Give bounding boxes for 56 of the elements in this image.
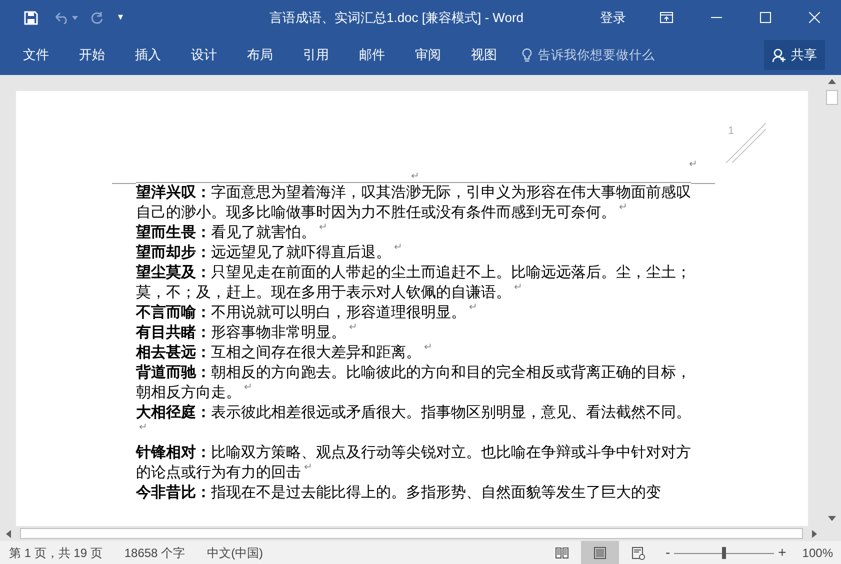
definition-paragraph: 针锋相对：比喻双方策略、观点及行动等尖锐对立。也比喻在争辩或斗争中针对对方的论点或行为有力的回击 ↵ bbox=[136, 443, 692, 483]
scroll-right-icon[interactable] bbox=[812, 530, 817, 538]
share-button[interactable]: 共享 bbox=[764, 40, 825, 70]
close-icon[interactable] bbox=[809, 12, 820, 23]
definition-paragraph: 不言而喻：不用说就可以明白，形容道理很明显。 ↵ bbox=[136, 303, 478, 323]
window-title: 言语成语、实词汇总1.doc [兼容模式] - Word bbox=[269, 8, 524, 27]
read-mode-icon bbox=[555, 546, 570, 560]
paragraph-mark: ↵ bbox=[689, 158, 697, 172]
undo-icon[interactable] bbox=[54, 12, 70, 24]
language-indicator[interactable]: 中文(中国) bbox=[207, 544, 264, 562]
zoom-in-button[interactable]: + bbox=[778, 542, 786, 563]
page-count[interactable]: 第 1 页，共 19 页 bbox=[9, 544, 102, 562]
ribbon-tab[interactable]: 插入 bbox=[120, 40, 176, 70]
ribbon-tab[interactable]: 审阅 bbox=[400, 40, 456, 70]
lightbulb-icon bbox=[522, 48, 532, 62]
maximize-icon[interactable] bbox=[760, 12, 771, 23]
horizontal-scrollbar-thumb[interactable] bbox=[20, 528, 803, 539]
definition-paragraph: 望而却步：远远望见了就吓得直后退。 ↵ bbox=[136, 243, 403, 263]
ribbon-tab[interactable]: 布局 bbox=[232, 40, 288, 70]
definition-paragraph: 今非昔比：指现在不是过去能比得上的。多指形势、自然面貌等发生了巨大的变 bbox=[136, 483, 662, 503]
definition-paragraph: 有目共睹：形容事物非常明显。 ↵ bbox=[136, 323, 358, 343]
tell-me-field[interactable]: 告诉我你想要做什么 bbox=[522, 46, 655, 64]
ribbon-tab[interactable]: 引用 bbox=[288, 40, 344, 70]
zoom-slider-track[interactable] bbox=[674, 546, 774, 558]
ribbon-tab[interactable]: 设计 bbox=[176, 40, 232, 70]
ribbon-tab[interactable]: 邮件 bbox=[344, 40, 400, 70]
definition-paragraph: 背道而驰：朝相反的方向跑去。比喻彼此的方向和目的完全相反或背离正确的目标，朝相反方向走。 ↵ bbox=[136, 363, 692, 403]
page-number: 1 bbox=[728, 124, 734, 139]
customize-toolbar-button[interactable]: ▾ bbox=[118, 10, 123, 25]
paragraph-mark: ↵ bbox=[411, 170, 419, 184]
page-corner-decoration bbox=[726, 123, 766, 163]
web-layout-icon bbox=[631, 546, 646, 560]
save-icon[interactable] bbox=[24, 10, 38, 24]
definition-paragraph: 望而生畏：看见了就害怕。 ↵ bbox=[136, 223, 328, 243]
definition-paragraph: 望尘莫及：只望见走在前面的人带起的尘土而追赶不上。比喻远远落后。尘，尘土；莫，不；及，赶上。现在多用于表示对人钦佩的自谦语。 ↵ bbox=[136, 263, 692, 303]
zoom-percentage[interactable]: 100% bbox=[802, 544, 833, 562]
scroll-left-icon[interactable] bbox=[6, 530, 11, 538]
redo-icon[interactable] bbox=[90, 10, 104, 24]
ribbon-display-icon[interactable] bbox=[660, 12, 673, 23]
zoom-out-button[interactable]: - bbox=[665, 542, 670, 563]
definition-paragraph: 大相径庭：表示彼此相差很远或矛盾很大。指事物区别明显，意见、看法截然不同。 ↵ bbox=[136, 403, 692, 435]
definition-paragraph: 相去甚远：互相之间存在很大差异和距离。 ↵ bbox=[136, 343, 433, 363]
word-count[interactable]: 18658 个字 bbox=[124, 544, 186, 562]
scroll-up-icon[interactable] bbox=[828, 79, 836, 84]
scroll-down-icon[interactable] bbox=[828, 516, 836, 521]
caret-icon[interactable] bbox=[72, 16, 78, 20]
view-button[interactable] bbox=[581, 541, 620, 564]
sign-in-link[interactable]: 登录 bbox=[600, 8, 626, 28]
vertical-scrollbar-thumb[interactable] bbox=[826, 90, 838, 105]
definition-paragraph: 望洋兴叹：字面意思为望着海洋，叹其浩渺无际，引申义为形容在伟大事物面前感叹自己的渺小。现多比喻做事时因为力不胜任或没有条件而感到无可奈何。 ↵ bbox=[136, 183, 692, 223]
zoom-slider-thumb[interactable] bbox=[722, 546, 726, 558]
ribbon-tab[interactable]: 文件 bbox=[8, 40, 64, 70]
print-layout-icon bbox=[593, 546, 608, 560]
person-add-icon bbox=[772, 48, 787, 62]
ribbon-tab[interactable]: 视图 bbox=[456, 40, 512, 70]
ribbon-tab[interactable]: 开始 bbox=[64, 40, 120, 70]
